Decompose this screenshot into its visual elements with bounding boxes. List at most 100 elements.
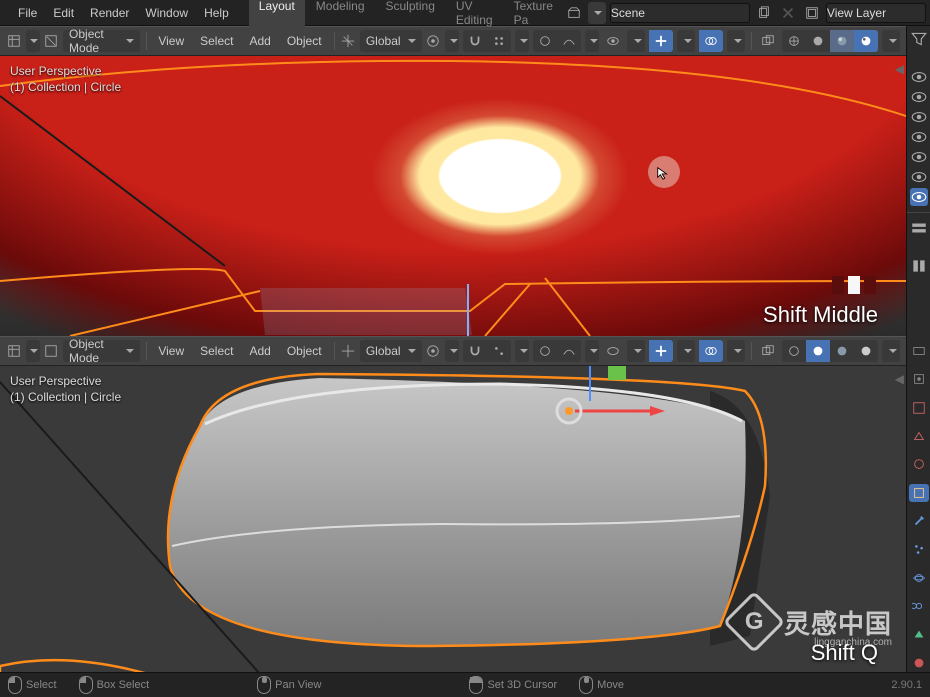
visibility-eye-icon-1[interactable] — [910, 68, 928, 86]
editor-type-icon[interactable] — [6, 341, 22, 361]
shading-rendered-icon[interactable] — [854, 340, 878, 362]
scene-dropdown-icon[interactable] — [588, 2, 606, 24]
menu-edit[interactable]: Edit — [45, 3, 82, 23]
menu-file[interactable]: File — [10, 3, 45, 23]
shading-dropdown[interactable] — [882, 30, 900, 52]
propedit-dropdown[interactable] — [585, 340, 599, 362]
visibility-eye-icon-3[interactable] — [910, 108, 928, 126]
shading-wire-icon[interactable] — [782, 30, 806, 52]
browse-scene-icon[interactable] — [564, 3, 584, 23]
menu-window[interactable]: Window — [137, 3, 196, 23]
mode-icon[interactable] — [44, 31, 60, 51]
shading-solid-icon[interactable] — [806, 340, 830, 362]
mode-icon[interactable] — [44, 341, 60, 361]
delete-scene-icon[interactable] — [778, 3, 798, 23]
snap-dropdown[interactable] — [515, 340, 529, 362]
prop-tab-viewlayer-icon[interactable] — [909, 399, 929, 417]
props-filter-icon[interactable] — [910, 219, 928, 237]
menu-select[interactable]: Select — [194, 34, 239, 48]
prop-tab-particles-icon[interactable] — [909, 540, 929, 558]
visibility-icon[interactable] — [603, 31, 623, 51]
viewport-top[interactable]: User Perspective (1) Collection | Circle… — [0, 56, 906, 336]
propedit-icon[interactable] — [533, 340, 557, 362]
viewlayer-field[interactable]: View Layer — [826, 3, 926, 23]
menu-object[interactable]: Object — [281, 344, 328, 358]
snap-dropdown[interactable] — [515, 30, 529, 52]
overlay-toggle-icon[interactable] — [699, 340, 723, 362]
browse-layer-icon[interactable] — [802, 3, 822, 23]
editor-type-icon[interactable] — [6, 31, 22, 51]
tab-modeling[interactable]: Modeling — [306, 0, 375, 31]
visibility-icon[interactable] — [603, 341, 623, 361]
orientation-select[interactable]: Global — [360, 340, 422, 362]
shading-dropdown[interactable] — [882, 340, 900, 362]
shading-wire-icon[interactable] — [782, 340, 806, 362]
visibility-dropdown[interactable] — [627, 30, 645, 52]
menu-object[interactable]: Object — [281, 34, 328, 48]
propedit-curve-icon[interactable] — [557, 340, 581, 362]
visibility-dropdown[interactable] — [627, 340, 645, 362]
tab-layout[interactable]: Layout — [249, 0, 305, 31]
tab-uvediting[interactable]: UV Editing — [446, 0, 503, 31]
snap-mode-icon[interactable] — [487, 30, 511, 52]
overlay-dropdown[interactable] — [727, 30, 745, 52]
propedit-icon[interactable] — [533, 30, 557, 52]
xray-icon[interactable] — [758, 341, 778, 361]
filter-icon[interactable] — [910, 30, 928, 48]
prop-tab-object-icon[interactable] — [909, 484, 929, 502]
visibility-eye-icon-7[interactable] — [910, 188, 928, 206]
menu-help[interactable]: Help — [196, 3, 237, 23]
pivot-dropdown[interactable] — [445, 340, 459, 362]
snap-toggle-icon[interactable] — [463, 340, 487, 362]
orientation-icon[interactable] — [340, 341, 356, 361]
editor-type-dropdown[interactable] — [26, 30, 40, 52]
shading-matprev-icon[interactable] — [830, 30, 854, 52]
shading-solid-icon[interactable] — [806, 30, 830, 52]
xray-icon[interactable] — [758, 31, 778, 51]
mode-select[interactable]: Object Mode — [63, 340, 140, 362]
pivot-icon[interactable] — [426, 31, 442, 51]
overlay-toggle-icon[interactable] — [699, 30, 723, 52]
prop-tab-modifiers-icon[interactable] — [909, 512, 929, 530]
visibility-eye-icon-5[interactable] — [910, 148, 928, 166]
orientation-select[interactable]: Global — [360, 30, 422, 52]
new-scene-icon[interactable] — [754, 3, 774, 23]
gizmo-toggle-icon[interactable] — [649, 30, 673, 52]
prop-tab-physics-icon[interactable] — [909, 569, 929, 587]
gizmo-toggle-icon[interactable] — [649, 340, 673, 362]
prop-tab-scene-icon[interactable] — [909, 427, 929, 445]
tab-sculpting[interactable]: Sculpting — [376, 0, 445, 31]
prop-tab-material-icon[interactable] — [909, 654, 929, 672]
sidebar-collapse-icon[interactable]: ◀ — [895, 372, 904, 386]
gizmo-dropdown[interactable] — [677, 340, 695, 362]
visibility-eye-icon-4[interactable] — [910, 128, 928, 146]
editor-type-dropdown[interactable] — [26, 340, 40, 362]
shading-matprev-icon[interactable] — [830, 340, 854, 362]
scene-field[interactable]: Scene — [610, 3, 750, 23]
menu-select[interactable]: Select — [194, 344, 239, 358]
tab-texturepaint[interactable]: Texture Pa — [504, 0, 563, 31]
pivot-icon[interactable] — [426, 341, 442, 361]
menu-render[interactable]: Render — [82, 3, 137, 23]
menu-add[interactable]: Add — [243, 34, 276, 48]
mode-select[interactable]: Object Mode — [63, 30, 140, 52]
visibility-eye-icon-2[interactable] — [910, 88, 928, 106]
prop-tab-render-icon[interactable] — [909, 342, 929, 360]
visibility-eye-icon-6[interactable] — [910, 168, 928, 186]
prop-tab-data-icon[interactable] — [909, 625, 929, 643]
viewport-bottom[interactable]: User Perspective (1) Collection | Circle… — [0, 366, 906, 674]
snap-mode-icon[interactable] — [487, 340, 511, 362]
snap-toggle-icon[interactable] — [463, 30, 487, 52]
shading-rendered-icon[interactable] — [854, 30, 878, 52]
prop-tab-output-icon[interactable] — [909, 370, 929, 388]
tool-icon-a[interactable] — [910, 257, 928, 275]
pivot-dropdown[interactable] — [445, 30, 459, 52]
menu-view[interactable]: View — [152, 34, 190, 48]
overlay-dropdown[interactable] — [727, 340, 745, 362]
gizmo-dropdown[interactable] — [677, 30, 695, 52]
menu-add[interactable]: Add — [243, 344, 276, 358]
prop-tab-world-icon[interactable] — [909, 455, 929, 473]
menu-view[interactable]: View — [152, 344, 190, 358]
propedit-curve-icon[interactable] — [557, 30, 581, 52]
propedit-dropdown[interactable] — [585, 30, 599, 52]
